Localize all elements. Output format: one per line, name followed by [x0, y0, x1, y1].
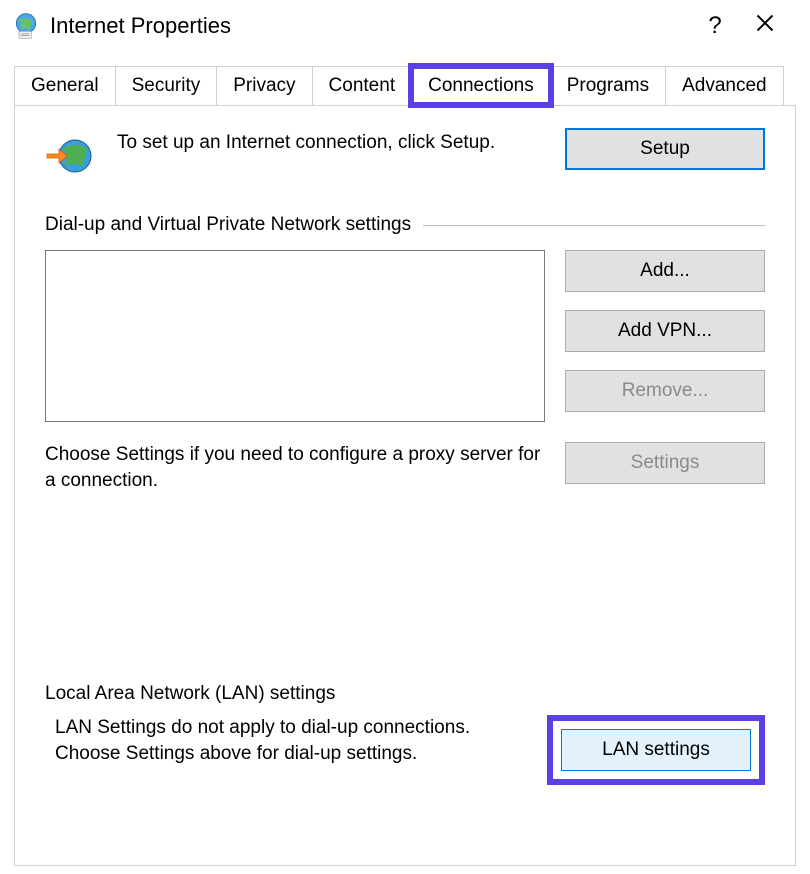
- help-button[interactable]: ?: [690, 12, 740, 40]
- globe-arrow-icon: [45, 128, 97, 186]
- close-button[interactable]: [740, 13, 790, 39]
- lan-button-highlight: LAN settings: [547, 715, 765, 785]
- title-bar: Internet Properties ?: [0, 0, 810, 52]
- tab-programs[interactable]: Programs: [550, 66, 666, 105]
- divider: [423, 225, 765, 226]
- settings-button: Settings: [565, 442, 765, 484]
- lan-section: Local Area Network (LAN) settings LAN Se…: [45, 683, 765, 785]
- dialup-button-column: Add... Add VPN... Remove...: [565, 250, 765, 412]
- lan-header: Local Area Network (LAN) settings: [45, 683, 765, 705]
- add-button[interactable]: Add...: [565, 250, 765, 292]
- window-title: Internet Properties: [50, 13, 690, 39]
- setup-text: To set up an Internet connection, click …: [117, 128, 545, 156]
- internet-options-icon: [12, 12, 40, 40]
- tab-content[interactable]: Content: [312, 66, 413, 105]
- add-vpn-button[interactable]: Add VPN...: [565, 310, 765, 352]
- remove-button: Remove...: [565, 370, 765, 412]
- dialup-header: Dial-up and Virtual Private Network sett…: [45, 214, 765, 236]
- setup-section: To set up an Internet connection, click …: [45, 128, 765, 186]
- tab-strip: General Security Privacy Content Connect…: [14, 66, 796, 106]
- tab-privacy[interactable]: Privacy: [216, 66, 312, 105]
- lan-row: LAN Settings do not apply to dial-up con…: [45, 715, 765, 785]
- tab-advanced[interactable]: Advanced: [665, 66, 784, 105]
- tab-general[interactable]: General: [14, 66, 116, 105]
- proxy-text: Choose Settings if you need to configure…: [45, 442, 545, 493]
- tab-security[interactable]: Security: [115, 66, 218, 105]
- connections-listbox[interactable]: [45, 250, 545, 422]
- dialup-header-label: Dial-up and Virtual Private Network sett…: [45, 214, 411, 236]
- tab-connections[interactable]: Connections: [411, 66, 551, 105]
- lan-text: LAN Settings do not apply to dial-up con…: [45, 715, 527, 766]
- proxy-row: Choose Settings if you need to configure…: [45, 442, 765, 493]
- dialup-row: Add... Add VPN... Remove...: [45, 250, 765, 422]
- tab-panel-connections: To set up an Internet connection, click …: [14, 106, 796, 866]
- lan-settings-button[interactable]: LAN settings: [561, 729, 751, 771]
- setup-button[interactable]: Setup: [565, 128, 765, 170]
